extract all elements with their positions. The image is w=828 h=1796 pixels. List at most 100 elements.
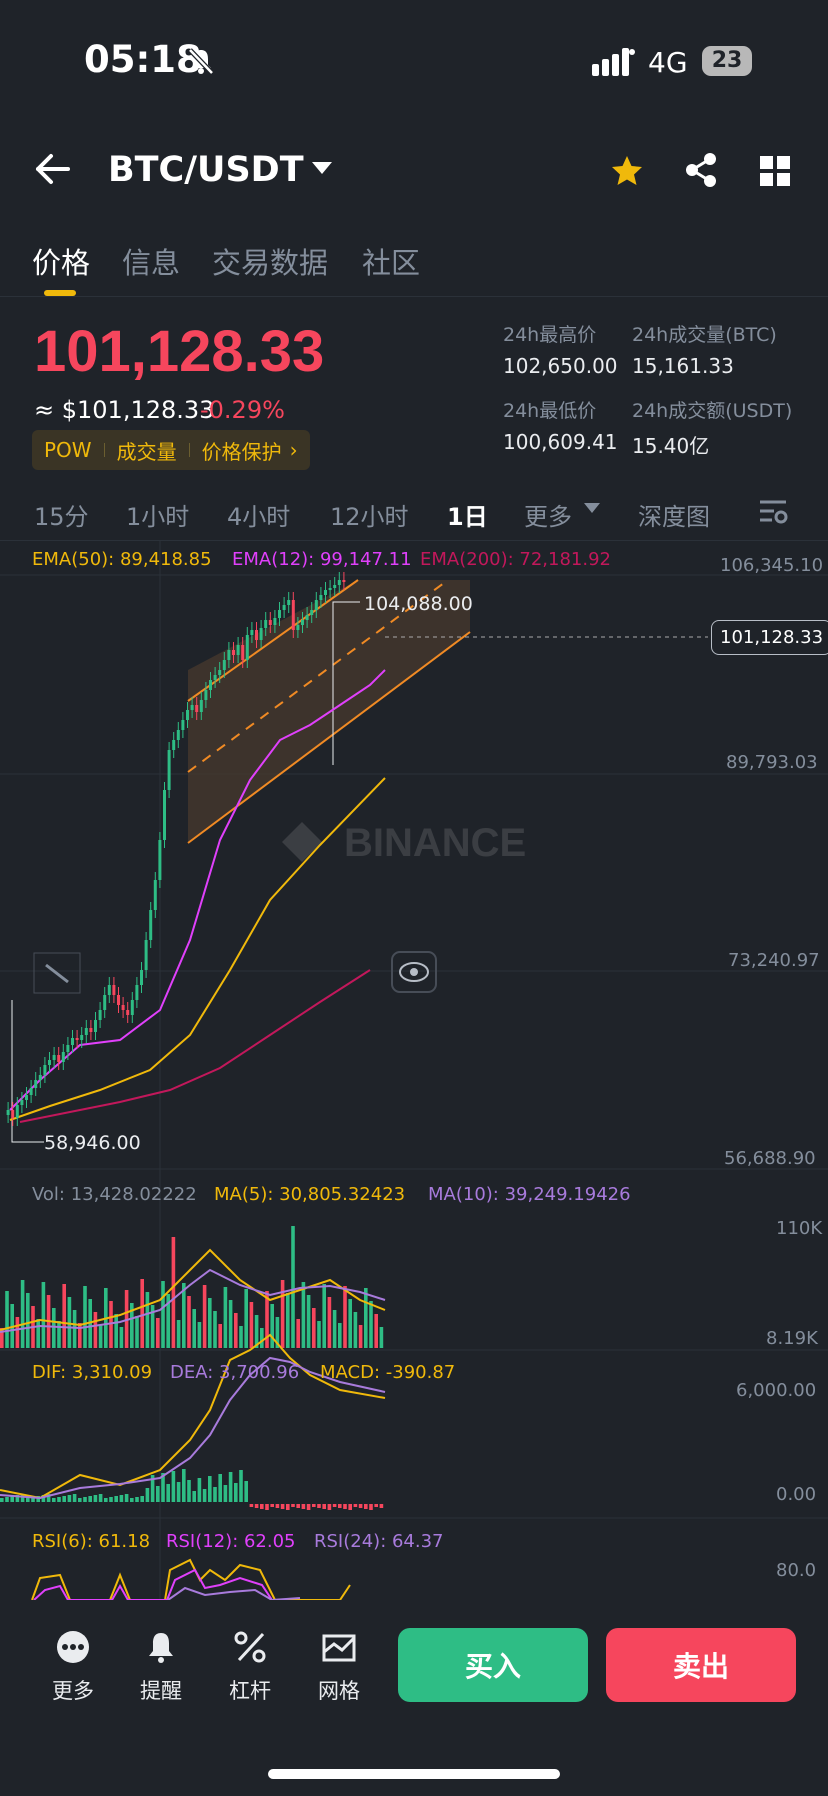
rsi24-label: RSI(24): 64.37 — [314, 1531, 444, 1552]
network-type: 4G — [648, 46, 688, 79]
share-icon[interactable] — [684, 152, 718, 188]
tag-bar[interactable]: POW 成交量 价格保护 › — [32, 430, 310, 470]
eye-icon[interactable] — [399, 962, 429, 982]
macd-bar — [280, 1504, 285, 1509]
macd-bar — [213, 1487, 217, 1502]
candle-body — [333, 585, 337, 588]
tab-trade-data[interactable]: 交易数据 — [212, 240, 328, 282]
tag-separator — [188, 443, 190, 457]
volume-bar — [135, 1316, 139, 1348]
volume-bar — [197, 1322, 202, 1348]
candle-body — [6, 1110, 10, 1115]
volume-bar — [223, 1287, 228, 1348]
candle-body — [89, 1028, 93, 1032]
grid-bot-icon — [322, 1634, 356, 1662]
stat-vol-btc-label: 24h成交量(BTC) — [632, 324, 777, 346]
tag-pow[interactable]: POW — [44, 438, 92, 462]
volume-bar — [369, 1301, 373, 1348]
volume-bar — [182, 1283, 186, 1348]
tag-volume[interactable]: 成交量 — [117, 436, 177, 465]
volume-bar — [338, 1323, 342, 1348]
candle-body — [199, 700, 203, 712]
nav-alert[interactable]: 提醒 — [126, 1630, 196, 1705]
candle-body — [20, 1100, 24, 1105]
interval-12h[interactable]: 12小时 — [330, 497, 409, 532]
macd-bar — [93, 1495, 98, 1502]
macd-bar — [104, 1498, 108, 1502]
macd-bar — [327, 1504, 332, 1510]
buy-button[interactable]: 买入 — [398, 1628, 588, 1702]
interval-more[interactable]: 更多 — [524, 497, 572, 532]
candle-body — [107, 985, 111, 995]
favorite-star-icon[interactable] — [610, 154, 644, 188]
nav-leverage[interactable]: 杠杆 — [215, 1630, 285, 1705]
candle-body — [117, 995, 120, 1005]
volume-bar — [260, 1328, 264, 1348]
macd-bar — [52, 1498, 56, 1502]
pair-title[interactable]: BTC/USDT — [108, 150, 304, 190]
candle-body — [61, 1052, 65, 1062]
candle-body — [103, 995, 107, 1010]
volume-bar — [15, 1317, 20, 1348]
tab-price[interactable]: 价格 — [32, 240, 90, 282]
macd-bar — [140, 1496, 144, 1502]
chart-settings-icon[interactable] — [758, 497, 788, 527]
volume-bar — [228, 1300, 233, 1348]
volume-bar — [301, 1282, 306, 1348]
candle-body — [121, 1005, 125, 1010]
macd-bar — [270, 1504, 274, 1507]
tab-community[interactable]: 社区 — [362, 240, 420, 282]
caret-down-icon[interactable] — [312, 162, 332, 176]
candle-body — [245, 635, 249, 660]
macd-bar — [223, 1485, 228, 1502]
rsi12-line — [33, 1568, 273, 1600]
macd-bar — [379, 1504, 384, 1508]
volume-bar — [5, 1291, 9, 1348]
candle-body — [278, 610, 281, 618]
macd-bar — [192, 1491, 196, 1502]
interval-4h[interactable]: 4小时 — [227, 497, 290, 532]
macd-bar — [182, 1469, 186, 1502]
expand-icon[interactable] — [33, 952, 81, 994]
volume-bar — [192, 1309, 196, 1348]
dif-label: DIF: 3,310.09 — [32, 1362, 153, 1383]
tab-info[interactable]: 信息 — [122, 240, 180, 282]
volume-bar — [52, 1308, 56, 1348]
volume-bar — [249, 1302, 254, 1348]
candle-body — [15, 1105, 19, 1118]
depth-chart-tab[interactable]: 深度图 — [638, 497, 710, 532]
candle-body — [57, 1055, 61, 1062]
macd-bar — [239, 1470, 243, 1502]
candle-body — [291, 600, 295, 630]
price-tick: 73,240.97 — [728, 950, 820, 971]
chevron-right-icon: › — [289, 438, 298, 462]
nav-more[interactable]: 更多 — [38, 1630, 108, 1705]
nav-grid[interactable]: 网格 — [304, 1630, 374, 1705]
volume-bar — [171, 1237, 176, 1348]
macd-bar — [249, 1504, 254, 1507]
macd-bar — [67, 1495, 72, 1502]
candle-body — [144, 940, 148, 970]
caret-down-icon[interactable] — [584, 503, 600, 515]
sell-button[interactable]: 卖出 — [606, 1628, 796, 1702]
tag-price-protection[interactable]: 价格保护 — [202, 436, 282, 465]
volume-tick: 110K — [776, 1218, 823, 1239]
macd-bar — [88, 1496, 92, 1502]
grid-menu-icon[interactable] — [760, 156, 790, 186]
macd-bar — [301, 1504, 306, 1509]
macd-bar — [234, 1483, 238, 1502]
stat-low-value: 100,609.41 — [503, 430, 618, 454]
interval-1d[interactable]: 1日 — [447, 497, 488, 532]
candle-body — [301, 620, 304, 625]
back-arrow-icon[interactable] — [34, 152, 72, 186]
volume-tick: 8.19K — [766, 1328, 818, 1349]
rsi-tick: 80.0 — [776, 1560, 817, 1581]
candle-body — [84, 1028, 88, 1035]
interval-1h[interactable]: 1小时 — [126, 497, 189, 532]
volume-bar — [98, 1325, 103, 1348]
interval-15m[interactable]: 15分 — [34, 497, 89, 532]
volume-bar — [353, 1312, 358, 1348]
volume-bar — [208, 1298, 212, 1348]
candle-body — [80, 1035, 84, 1040]
price-chart[interactable]: BINANCE — [0, 540, 828, 1600]
